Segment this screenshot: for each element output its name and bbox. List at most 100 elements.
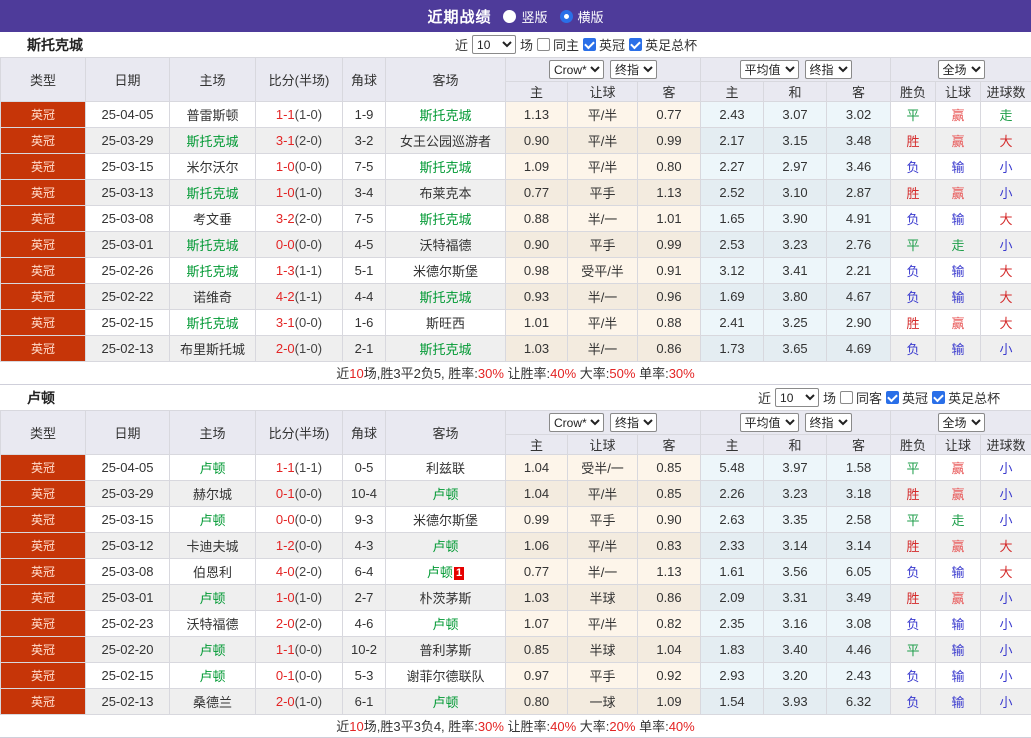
match-date: 25-04-05 [86, 102, 170, 128]
avg-home-odds: 5.48 [701, 455, 764, 481]
subcol-away-odds: 客 [638, 435, 701, 455]
avg-away-odds: 4.67 [827, 284, 891, 310]
result-wdl: 负 [891, 689, 936, 715]
match-type-badge: 英冠 [1, 258, 86, 284]
radio-label-vertical: 竖版 [521, 7, 547, 26]
odds-company-select[interactable]: Crow* [549, 60, 604, 79]
average-select[interactable]: 平均值 [740, 413, 799, 432]
match-type-badge: 英冠 [1, 455, 86, 481]
avg-draw-odds: 3.07 [764, 102, 827, 128]
home-handicap-odds: 0.77 [506, 180, 568, 206]
result-handicap: 走 [936, 507, 981, 533]
average-time-select[interactable]: 终指 [805, 60, 852, 79]
avg-away-odds: 3.14 [827, 533, 891, 559]
handicap-line: 受半/一 [568, 455, 638, 481]
match-rows: 英冠25-04-05普雷斯顿1-1(1-0)1-9斯托克城1.13平/半0.77… [1, 102, 1031, 362]
away-team: 斯托克城 [386, 102, 506, 128]
avg-draw-odds: 3.15 [764, 128, 827, 154]
away-handicap-odds: 0.77 [638, 102, 701, 128]
avg-draw-odds: 3.40 [764, 637, 827, 663]
result-wdl: 平 [891, 232, 936, 258]
avg-draw-odds: 3.20 [764, 663, 827, 689]
home-handicap-odds: 1.13 [506, 102, 568, 128]
period-select[interactable]: 全场 [938, 60, 985, 79]
score: 3-2(2-0) [256, 206, 343, 232]
avg-draw-odds: 3.16 [764, 611, 827, 637]
avg-home-odds: 2.52 [701, 180, 764, 206]
summary-text: 让胜率: [504, 366, 550, 381]
away-team-name: 米德尔斯堡 [413, 264, 478, 279]
away-team: 卢顿 [386, 533, 506, 559]
result-goals: 小 [981, 637, 1031, 663]
subcol-result-wdl: 胜负 [891, 82, 936, 102]
result-goals: 小 [981, 336, 1031, 362]
match-type-badge: 英冠 [1, 336, 86, 362]
result-handicap: 输 [936, 637, 981, 663]
away-handicap-odds: 0.92 [638, 663, 701, 689]
league-checkbox[interactable]: 英冠 [583, 35, 625, 54]
match-date: 25-03-15 [86, 154, 170, 180]
result-goals: 小 [981, 232, 1031, 258]
summary-text: 近 [336, 366, 349, 381]
away-team-name: 卢顿 [427, 565, 453, 580]
layout-radio-vertical[interactable]: 竖版 [503, 7, 547, 26]
score: 2-0(1-0) [256, 689, 343, 715]
checkbox-checked-icon [629, 38, 642, 51]
col-header-away: 客场 [386, 58, 506, 102]
odds-time-select[interactable]: 终指 [610, 413, 657, 432]
avg-home-odds: 2.41 [701, 310, 764, 336]
avg-home-odds: 2.17 [701, 128, 764, 154]
result-wdl: 负 [891, 336, 936, 362]
avg-home-odds: 3.12 [701, 258, 764, 284]
match-row: 英冠25-03-08考文垂3-2(2-0)7-5斯托克城0.88半/一1.011… [1, 206, 1031, 232]
handicap-line: 半球 [568, 637, 638, 663]
handicap-line: 半球 [568, 585, 638, 611]
summary-stat-value: 40% [550, 719, 576, 734]
corners: 1-6 [343, 310, 386, 336]
corners: 2-1 [343, 336, 386, 362]
avg-draw-odds: 3.25 [764, 310, 827, 336]
subcol-avg-draw: 和 [764, 435, 827, 455]
away-team: 卢顿 [386, 689, 506, 715]
match-count-select[interactable]: 10 [775, 388, 819, 407]
match-row: 英冠25-02-15卢顿0-1(0-0)5-3谢菲尔德联队0.97平手0.922… [1, 663, 1031, 689]
cup-checkbox[interactable]: 英足总杯 [629, 35, 697, 54]
match-row: 英冠25-03-15卢顿0-0(0-0)9-3米德尔斯堡0.99平手0.902.… [1, 507, 1031, 533]
league-checkbox[interactable]: 英冠 [886, 388, 928, 407]
score: 3-1(0-0) [256, 310, 343, 336]
avg-draw-odds: 3.23 [764, 232, 827, 258]
same-venue-checkbox[interactable]: 同主 [537, 35, 579, 54]
away-team: 卢顿 [386, 481, 506, 507]
average-select[interactable]: 平均值 [740, 60, 799, 79]
cup-checkbox[interactable]: 英足总杯 [932, 388, 1000, 407]
match-count-select[interactable]: 10 [472, 35, 516, 54]
odds-company-select[interactable]: Crow* [549, 413, 604, 432]
away-team: 谢菲尔德联队 [386, 663, 506, 689]
home-team: 桑德兰 [170, 689, 256, 715]
handicap-line: 平手 [568, 180, 638, 206]
away-team-name: 斯托克城 [419, 160, 471, 175]
home-handicap-odds: 0.99 [506, 507, 568, 533]
result-goals: 小 [981, 481, 1031, 507]
home-handicap-odds: 0.90 [506, 232, 568, 258]
same-venue-checkbox[interactable]: 同客 [840, 388, 882, 407]
match-type-badge: 英冠 [1, 180, 86, 206]
away-team: 布莱克本 [386, 180, 506, 206]
odds-time-select[interactable]: 终指 [610, 60, 657, 79]
score: 2-0(2-0) [256, 611, 343, 637]
score: 1-1(1-1) [256, 455, 343, 481]
home-team: 卢顿 [170, 637, 256, 663]
away-team-name: 谢菲尔德联队 [406, 669, 484, 684]
result-handicap: 赢 [936, 310, 981, 336]
corners: 7-5 [343, 154, 386, 180]
result-handicap: 输 [936, 258, 981, 284]
home-team: 卢顿 [170, 507, 256, 533]
away-handicap-odds: 1.04 [638, 637, 701, 663]
corners: 1-9 [343, 102, 386, 128]
result-goals: 小 [981, 154, 1031, 180]
corners: 6-4 [343, 559, 386, 585]
layout-radio-horizontal[interactable]: 横版 [560, 7, 604, 26]
handicap-line: 一球 [568, 689, 638, 715]
period-select[interactable]: 全场 [938, 413, 985, 432]
average-time-select[interactable]: 终指 [805, 413, 852, 432]
